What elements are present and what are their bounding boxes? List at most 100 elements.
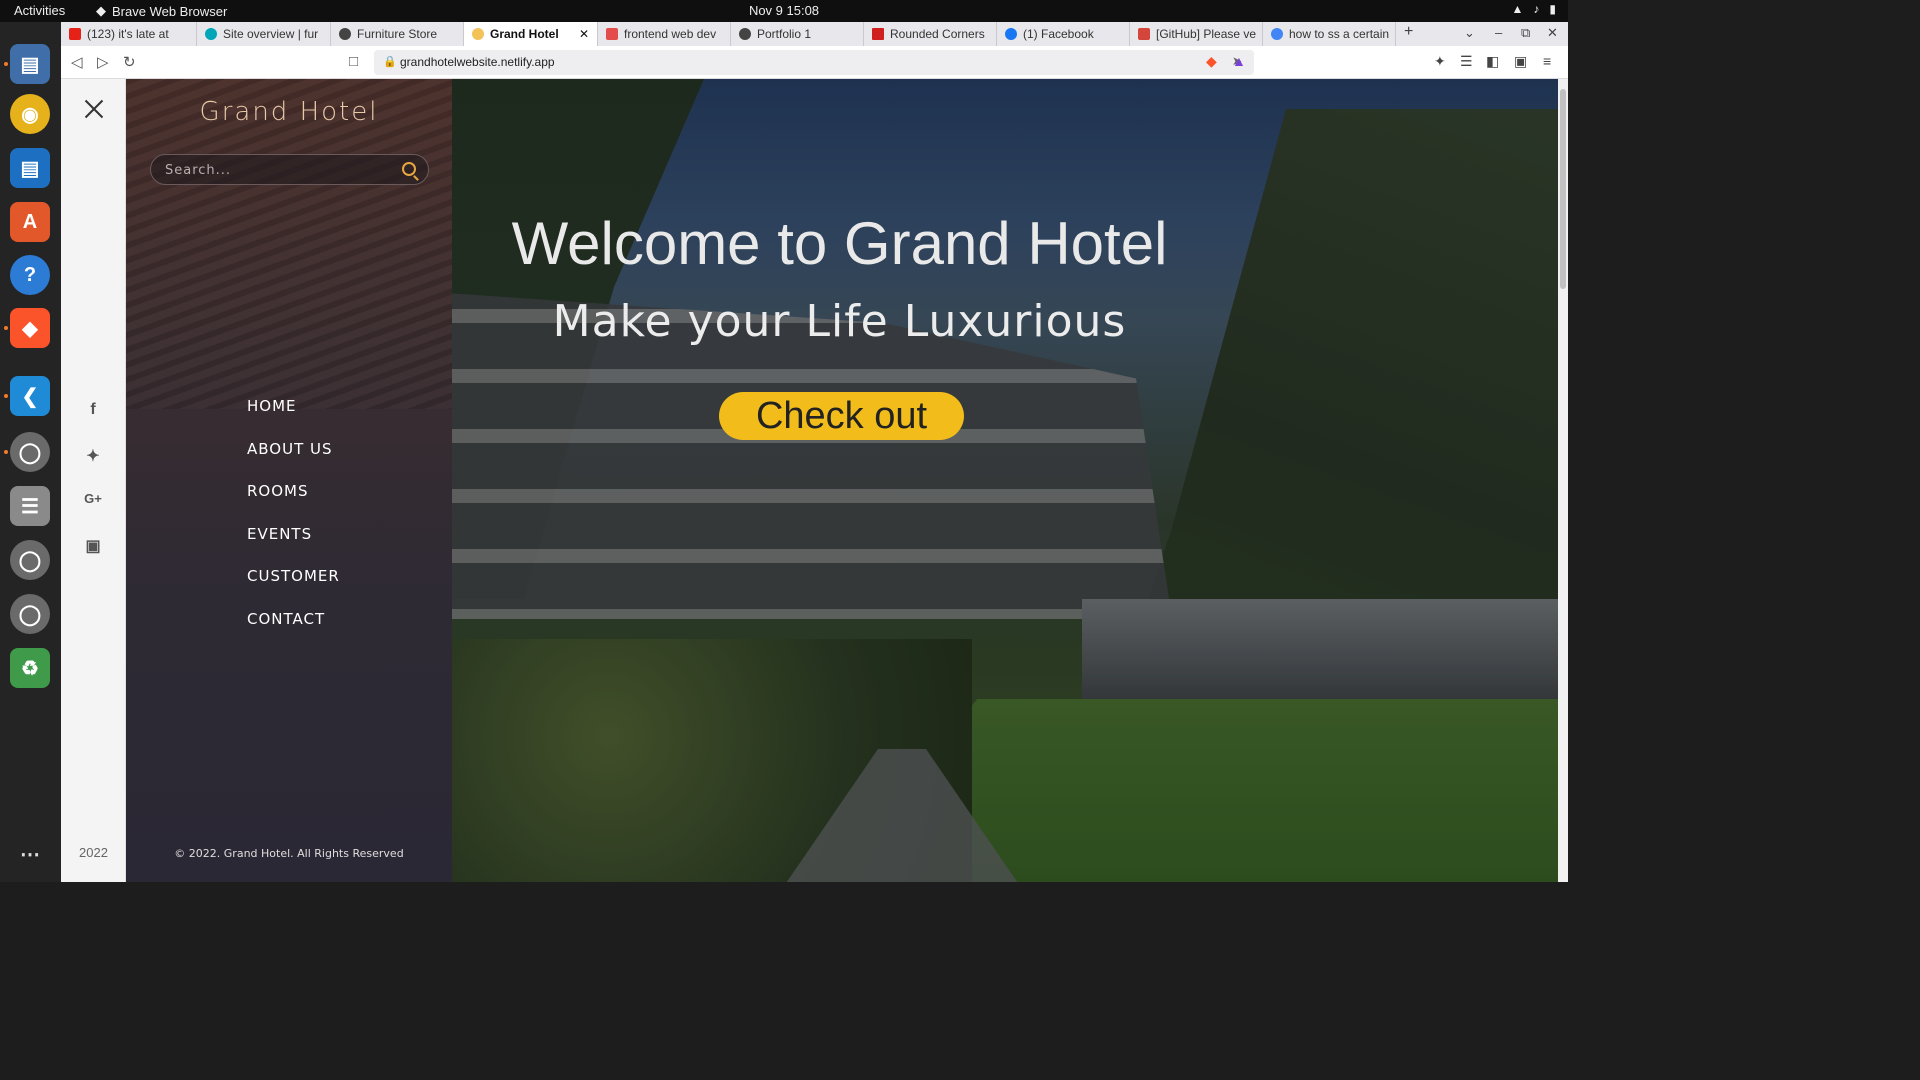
wallet-icon[interactable]: ▣ xyxy=(1514,53,1527,70)
playlist-icon[interactable]: ☰ xyxy=(1460,53,1473,70)
clock[interactable]: Nov 9 15:08 xyxy=(0,3,1568,18)
software-center-icon[interactable]: A xyxy=(10,202,50,242)
window-close-icon[interactable]: ✕ xyxy=(1547,25,1558,41)
disc-icon[interactable]: ◯ xyxy=(10,432,50,472)
page-scrollbar[interactable] xyxy=(1558,79,1568,882)
lock-icon: 🔒 xyxy=(383,56,397,68)
new-tab-button[interactable]: + xyxy=(1404,23,1413,41)
running-indicator xyxy=(4,450,8,454)
nav-customer[interactable]: CUSTOMER xyxy=(247,566,340,609)
tab-label: [GitHub] Please ve xyxy=(1156,27,1257,41)
instagram-icon[interactable]: ▣ xyxy=(83,536,103,556)
brave-icon[interactable]: ◆ xyxy=(10,308,50,348)
facebook-favicon-icon xyxy=(1005,28,1017,40)
wifi-icon: ▲ xyxy=(1511,2,1524,16)
netflix-icon xyxy=(872,28,884,40)
rhythmbox-icon[interactable]: ◉ xyxy=(10,94,50,134)
year-label: 2022 xyxy=(79,845,108,860)
figma-icon xyxy=(606,28,618,40)
show-apps-icon[interactable]: ⋯ xyxy=(10,834,50,874)
running-indicator xyxy=(4,394,8,398)
address-bar[interactable]: 🔒 grandhotelwebsite.netlify.app ➤ xyxy=(374,50,1254,75)
dock: ▤ ◉ ▤ A ? ◆ ❮ ◯ ☰ ◯ ◯ ♻ ⋯ xyxy=(0,22,61,882)
tab[interactable]: Rounded Corners xyxy=(864,22,997,46)
back-icon[interactable]: ◁ xyxy=(71,53,83,71)
restore-icon[interactable]: ⧉ xyxy=(1521,25,1530,41)
hero-section: Welcome to Grand Hotel Make your Life Lu… xyxy=(452,79,1558,882)
files-icon[interactable]: ▤ xyxy=(10,44,50,84)
search-box xyxy=(150,154,429,185)
check-out-button[interactable]: Check out xyxy=(719,392,964,440)
tab[interactable]: frontend web dev xyxy=(598,22,731,46)
disc-icon[interactable]: ◯ xyxy=(10,594,50,634)
globe-icon xyxy=(339,28,351,40)
search-input[interactable] xyxy=(165,160,385,180)
vscode-icon[interactable]: ❮ xyxy=(10,376,50,416)
writer-icon[interactable]: ▤ xyxy=(10,148,50,188)
text-editor-icon[interactable]: ☰ xyxy=(10,486,50,526)
search-icon[interactable] xyxy=(402,162,416,176)
google-plus-icon[interactable]: G+ xyxy=(83,491,103,511)
tab-strip: (123) it's late at Site overview | fur F… xyxy=(61,22,1568,46)
tab-label: Furniture Store xyxy=(357,27,438,41)
bookmark-icon[interactable]: □ xyxy=(349,53,358,70)
tab-label: Portfolio 1 xyxy=(757,27,812,41)
system-tray[interactable]: ▲ ♪ ▮ xyxy=(1512,2,1557,16)
tab[interactable]: how to ss a certain xyxy=(1263,22,1396,46)
tab[interactable]: Furniture Store xyxy=(331,22,464,46)
tab[interactable]: [GitHub] Please ve xyxy=(1130,22,1263,46)
nav-sidebar: Grand Hotel HOME ABOUT US ROOMS EVENTS C… xyxy=(126,79,452,882)
main-menu: HOME ABOUT US ROOMS EVENTS CUSTOMER CONT… xyxy=(247,396,340,651)
hero-overlay xyxy=(452,79,1558,882)
tab[interactable]: Site overview | fur xyxy=(197,22,331,46)
nav-events[interactable]: EVENTS xyxy=(247,524,340,567)
running-indicator xyxy=(4,62,8,66)
battery-icon: ▮ xyxy=(1549,2,1556,16)
reload-icon[interactable]: ↻ xyxy=(123,53,136,71)
disc-icon[interactable]: ◯ xyxy=(10,540,50,580)
gmail-icon xyxy=(1138,28,1150,40)
scrollbar-thumb[interactable] xyxy=(1560,89,1566,289)
copyright: © 2022. Grand Hotel. All Rights Reserved xyxy=(174,847,404,860)
tab-active[interactable]: Grand Hotel ✕ xyxy=(464,22,598,46)
sidebar-background xyxy=(126,79,452,409)
tab-search-chevron-icon[interactable]: ⌄ xyxy=(1464,25,1475,41)
hotel-favicon-icon xyxy=(472,28,484,40)
trash-icon[interactable]: ♻ xyxy=(10,648,50,688)
close-tab-icon[interactable]: ✕ xyxy=(579,27,589,41)
web-page: f ✦ G+ ▣ 2022 Grand Hotel HOME ABOUT US … xyxy=(61,79,1558,882)
tab[interactable]: (1) Facebook xyxy=(997,22,1130,46)
facebook-icon[interactable]: f xyxy=(83,401,103,421)
close-menu-icon[interactable] xyxy=(81,97,107,123)
tab-label: Site overview | fur xyxy=(223,27,319,41)
site-logo[interactable]: Grand Hotel xyxy=(126,97,452,127)
twitter-icon[interactable]: ✦ xyxy=(83,446,103,466)
brave-shields-icon[interactable]: ◆ xyxy=(1206,53,1217,70)
tab-label: how to ss a certain xyxy=(1289,27,1390,41)
nav-contact[interactable]: CONTACT xyxy=(247,609,340,652)
running-indicator xyxy=(4,326,8,330)
tab[interactable]: Portfolio 1 xyxy=(731,22,864,46)
nav-about-us[interactable]: ABOUT US xyxy=(247,439,340,482)
tab-label: (1) Facebook xyxy=(1023,27,1094,41)
nav-home[interactable]: HOME xyxy=(247,396,340,439)
youtube-icon xyxy=(69,28,81,40)
volume-icon: ♪ xyxy=(1533,2,1540,16)
tab[interactable]: (123) it's late at xyxy=(61,22,197,46)
hero-subtitle: Make your Life Luxurious xyxy=(552,296,1127,347)
tab-label: Rounded Corners xyxy=(890,27,985,41)
minimize-icon[interactable]: – xyxy=(1495,25,1502,40)
google-icon xyxy=(1271,28,1283,40)
menu-icon[interactable]: ≡ xyxy=(1543,53,1551,69)
tab-label: (123) it's late at xyxy=(87,27,169,41)
help-icon[interactable]: ? xyxy=(10,255,50,295)
extensions-icon[interactable]: ✦ xyxy=(1434,53,1446,70)
forward-icon[interactable]: ▷ xyxy=(97,53,109,71)
sidebar-toggle-icon[interactable]: ◧ xyxy=(1486,53,1499,70)
brave-rewards-icon[interactable]: ▲ xyxy=(1232,53,1246,69)
netlify-icon xyxy=(205,28,217,40)
tab-label: Grand Hotel xyxy=(490,27,559,41)
tab-label: frontend web dev xyxy=(624,27,717,41)
globe-icon xyxy=(739,28,751,40)
nav-rooms[interactable]: ROOMS xyxy=(247,481,340,524)
